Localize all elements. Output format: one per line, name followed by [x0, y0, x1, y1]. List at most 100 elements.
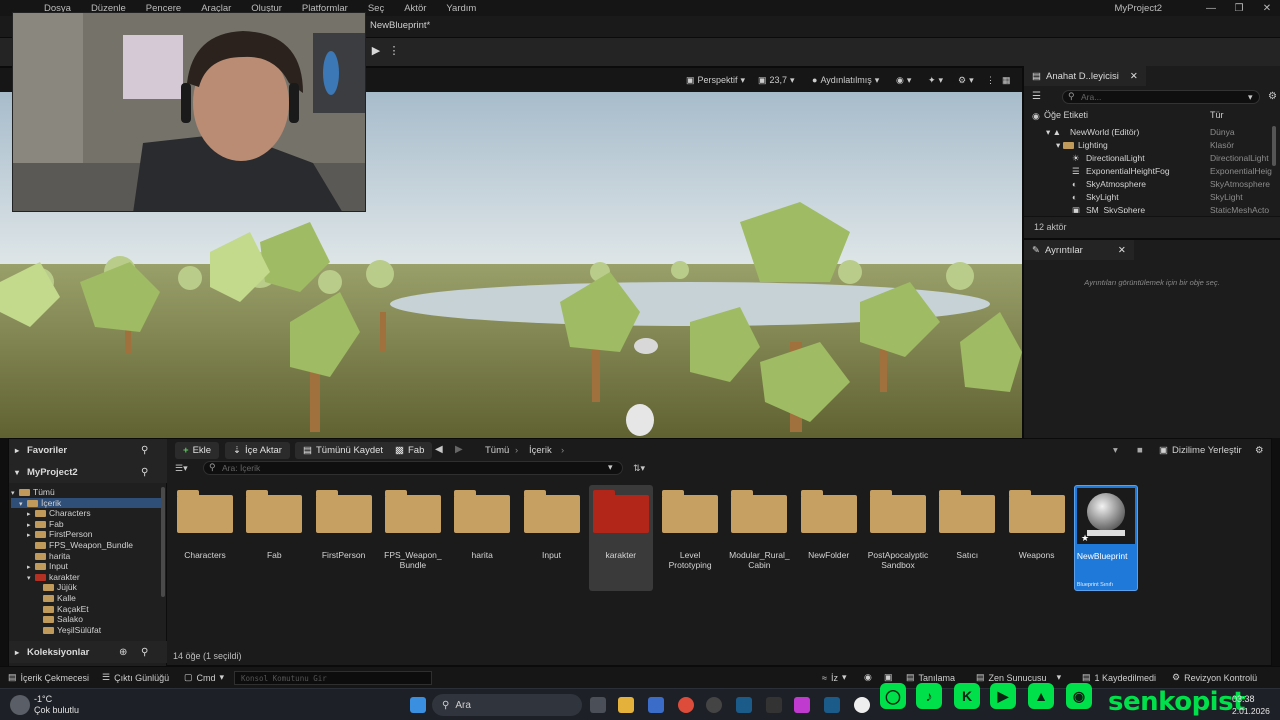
search-icon[interactable]: ⚲	[141, 647, 148, 658]
outliner-row[interactable]: ▾ ▲ NewWorld (Editör) Dünya	[1024, 126, 1280, 139]
row-type: StaticMeshActo	[1210, 205, 1270, 213]
app-title: MyProject2	[1114, 3, 1162, 14]
diagnostics-button[interactable]: ▤ Tanılama	[906, 672, 955, 683]
zen-label: Zen Sunucusu	[988, 672, 1047, 683]
skylight-icon: ◐	[1072, 192, 1078, 202]
revision-control-button[interactable]: ⚙ Revizyon Kontrolü	[1172, 672, 1257, 683]
filter-icon[interactable]: ☰	[1032, 91, 1041, 102]
kick-icon: K	[954, 683, 980, 709]
zen-server-dropdown[interactable]: ▤ Zen Sunucusu ▾	[976, 672, 1061, 683]
svg-text:★: ★	[1081, 534, 1089, 544]
asset-tile-folder[interactable]: Input	[520, 485, 584, 591]
asset-tile-folder[interactable]: Weapons	[1005, 485, 1069, 591]
folder-icon	[384, 490, 441, 533]
outliner-row[interactable]: ☰ ExponentialHeightFog ExponentialHeig	[1024, 165, 1280, 178]
camera-capture-icon[interactable]: ▣	[884, 672, 893, 683]
windows-start-icon[interactable]	[410, 697, 426, 713]
asset-tile-folder[interactable]: Characters	[173, 485, 237, 591]
chevron-down-icon: ▾	[790, 74, 795, 85]
fog-icon: ☰	[1072, 166, 1080, 176]
outliner-row[interactable]: ▣ SM_SkySphere StaticMeshActo	[1024, 204, 1280, 213]
outliner-row[interactable]: ◐ SkyLight SkyLight	[1024, 191, 1280, 204]
close-window-icon[interactable]: ✕	[1252, 0, 1280, 16]
taskbar-search[interactable]: ⚲ Ara	[432, 694, 582, 716]
settings-icon[interactable]: ⚙	[1268, 91, 1277, 102]
weather-icon[interactable]	[10, 695, 30, 715]
asset-tile-folder[interactable]: Modular_Rural_ Cabin	[727, 485, 791, 591]
content-browser: ▸ Favoriler ⚲ ▾ MyProject2 ⚲ ▾ Tümü ▾ İçeri…	[8, 438, 1272, 667]
folder-icon	[592, 490, 649, 533]
record-icon[interactable]: ◉	[864, 672, 872, 683]
close-tab-icon[interactable]: ✕	[1130, 71, 1138, 82]
play-options-icon[interactable]: ⋮	[386, 42, 402, 58]
world-icon: ▾ ▲	[1046, 127, 1062, 137]
menu-actor[interactable]: Aktör	[394, 3, 436, 14]
asset-tile-folder[interactable]: NewFolder	[797, 485, 861, 591]
tab-newblueprint[interactable]: NewBlueprint*	[370, 20, 430, 31]
asset-tile-folder[interactable]: harita	[450, 485, 514, 591]
layout-button[interactable]: ▦	[998, 72, 1015, 88]
asset-tile-folder[interactable]: Fab	[242, 485, 306, 591]
add-collection-icon[interactable]: ⊕	[119, 647, 127, 658]
collections-section[interactable]: ▸ Koleksiyonlar ⊕ ⚲	[9, 641, 167, 663]
tab-details[interactable]: ✎ Ayrıntılar ✕	[1024, 240, 1134, 260]
epic-games-icon[interactable]	[766, 697, 782, 713]
viewport-settings-button[interactable]: ⚙ ▾	[954, 72, 978, 88]
chrome-icon[interactable]	[678, 697, 694, 713]
webcam-overlay	[12, 12, 366, 212]
close-tab-icon[interactable]: ✕	[1118, 245, 1126, 256]
outliner-row[interactable]: ◐ SkyAtmosphere SkyAtmosphere	[1024, 178, 1280, 191]
asset-tile-folder[interactable]: FirstPerson	[312, 485, 376, 591]
tab-outliner[interactable]: ▤ Anahat D..leyicisi ✕	[1024, 66, 1146, 86]
outliner-row[interactable]: ☀ DirectionalLight DirectionalLight	[1024, 152, 1280, 165]
search-chevron-icon[interactable]: ▾	[1248, 92, 1253, 103]
content-drawer-button[interactable]: ▤ İçerik Çekmecesi	[8, 672, 89, 683]
store-icon[interactable]	[648, 697, 664, 713]
outliner-row[interactable]: ▾ Lighting Klasör	[1024, 139, 1280, 152]
outliner-search-input[interactable]: ⚲ Ara...	[1062, 90, 1260, 104]
sphere-icon: ●	[812, 75, 818, 85]
lighting-dropdown[interactable]: ● Aydınlatılmış ▾	[808, 72, 883, 88]
file-explorer-icon[interactable]	[618, 697, 634, 713]
clock-date[interactable]: 2.01.2026	[1232, 706, 1270, 716]
asset-tile-folder[interactable]: Level Prototyping	[658, 485, 722, 591]
unsaved-button[interactable]: ▤ 1 Kaydedilmedi	[1082, 672, 1156, 683]
outliner-scrollbar[interactable]	[1272, 126, 1276, 166]
asset-tile-blueprint[interactable]: ★ Blueprint Sınıfı NewBlueprint	[1073, 485, 1138, 591]
row-label: SM_SkySphere	[1086, 205, 1146, 213]
show-flags-button[interactable]: ◉ ▾	[892, 72, 915, 88]
terminal-icon: ▢	[184, 672, 193, 682]
asset-tile-folder[interactable]: Satıcı	[935, 485, 999, 591]
restore-icon[interactable]: ❐	[1224, 0, 1254, 16]
actor-count: 12 aktör	[1034, 222, 1067, 232]
column-item-label[interactable]: Öğe Etiketi	[1044, 110, 1088, 120]
output-log-button[interactable]: ☰ Çıktı Günlüğü	[102, 672, 169, 683]
trace-dropdown[interactable]: ≈ İz ▾	[822, 672, 847, 683]
perspective-label: Perspektif	[697, 75, 738, 85]
asset-tile-folder[interactable]: FPS_Weapon_ Bundle	[381, 485, 445, 591]
app-purple-icon[interactable]	[794, 697, 810, 713]
task-view-icon[interactable]	[590, 697, 606, 713]
fov-dropdown[interactable]: ▣ 23,7 ▾	[754, 72, 799, 88]
cmd-dropdown[interactable]: ▢ Cmd ▾	[184, 672, 224, 683]
steam-running-icon[interactable]	[824, 697, 840, 713]
console-command-input[interactable]: Konsol Komutunu Gir	[234, 671, 432, 685]
content-drawer-label: İçerik Çekmecesi	[20, 672, 90, 683]
unsaved-label: 1 Kaydedilmedi	[1094, 672, 1157, 683]
steam-icon[interactable]	[736, 697, 752, 713]
asset-tile-folder[interactable]: PostApocalyptic Sandbox	[866, 485, 930, 591]
minimize-icon[interactable]: —	[1196, 0, 1226, 16]
menu-help[interactable]: Yardım	[436, 3, 486, 14]
perspective-dropdown[interactable]: ▣ Perspektif ▾	[682, 72, 749, 88]
column-type[interactable]: Tür	[1210, 110, 1224, 120]
zen-icon: ▤	[976, 672, 985, 682]
asset-tile-folder[interactable]: karakter	[588, 485, 653, 591]
transform-tools-button[interactable]: ✦ ▾	[924, 72, 947, 88]
app-icon[interactable]	[706, 697, 722, 713]
revision-icon: ⚙	[1172, 672, 1181, 682]
unreal-engine-icon[interactable]	[854, 697, 870, 713]
play-icon[interactable]: ▶	[368, 42, 384, 58]
row-type: Klasör	[1210, 140, 1235, 150]
clock-time[interactable]: 03:38	[1232, 694, 1255, 704]
viewport-options-button[interactable]: ⋮	[982, 72, 999, 88]
